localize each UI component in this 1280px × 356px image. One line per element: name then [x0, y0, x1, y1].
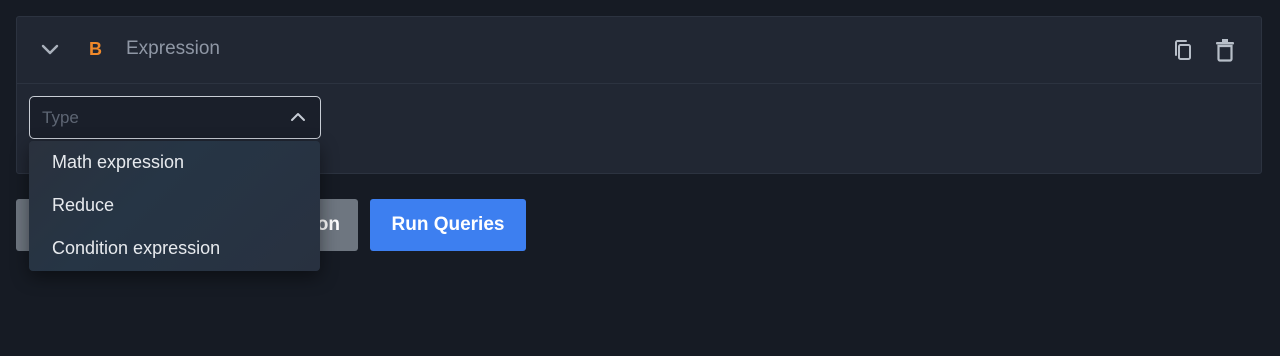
type-dropdown-menu: Math expression Reduce Condition express… — [29, 141, 320, 271]
menu-item-condition-expression[interactable]: Condition expression — [29, 227, 320, 270]
query-header: B Expression — [17, 17, 1261, 84]
trash-icon — [1216, 39, 1234, 62]
delete-query-button[interactable] — [1213, 37, 1237, 63]
menu-item-reduce[interactable]: Reduce — [29, 184, 320, 227]
run-queries-button-label: Run Queries — [391, 214, 505, 235]
duplicate-query-button[interactable] — [1171, 37, 1195, 63]
page: B Expression Type on Run Queries Math ex… — [0, 0, 1280, 356]
copy-icon — [1175, 40, 1191, 60]
menu-item-math-expression[interactable]: Math expression — [29, 141, 320, 184]
chevron-down-icon — [41, 44, 59, 55]
add-expression-button-label: on — [316, 214, 340, 235]
type-select[interactable] — [29, 96, 321, 139]
query-ref-id[interactable]: B — [89, 39, 102, 60]
collapse-toggle-button[interactable] — [39, 39, 61, 61]
run-queries-button[interactable]: Run Queries — [370, 199, 526, 251]
query-type-label: Expression — [126, 38, 220, 59]
chevron-up-icon[interactable] — [290, 109, 306, 125]
query-actions — [1171, 37, 1237, 63]
type-select-input[interactable] — [40, 97, 272, 138]
